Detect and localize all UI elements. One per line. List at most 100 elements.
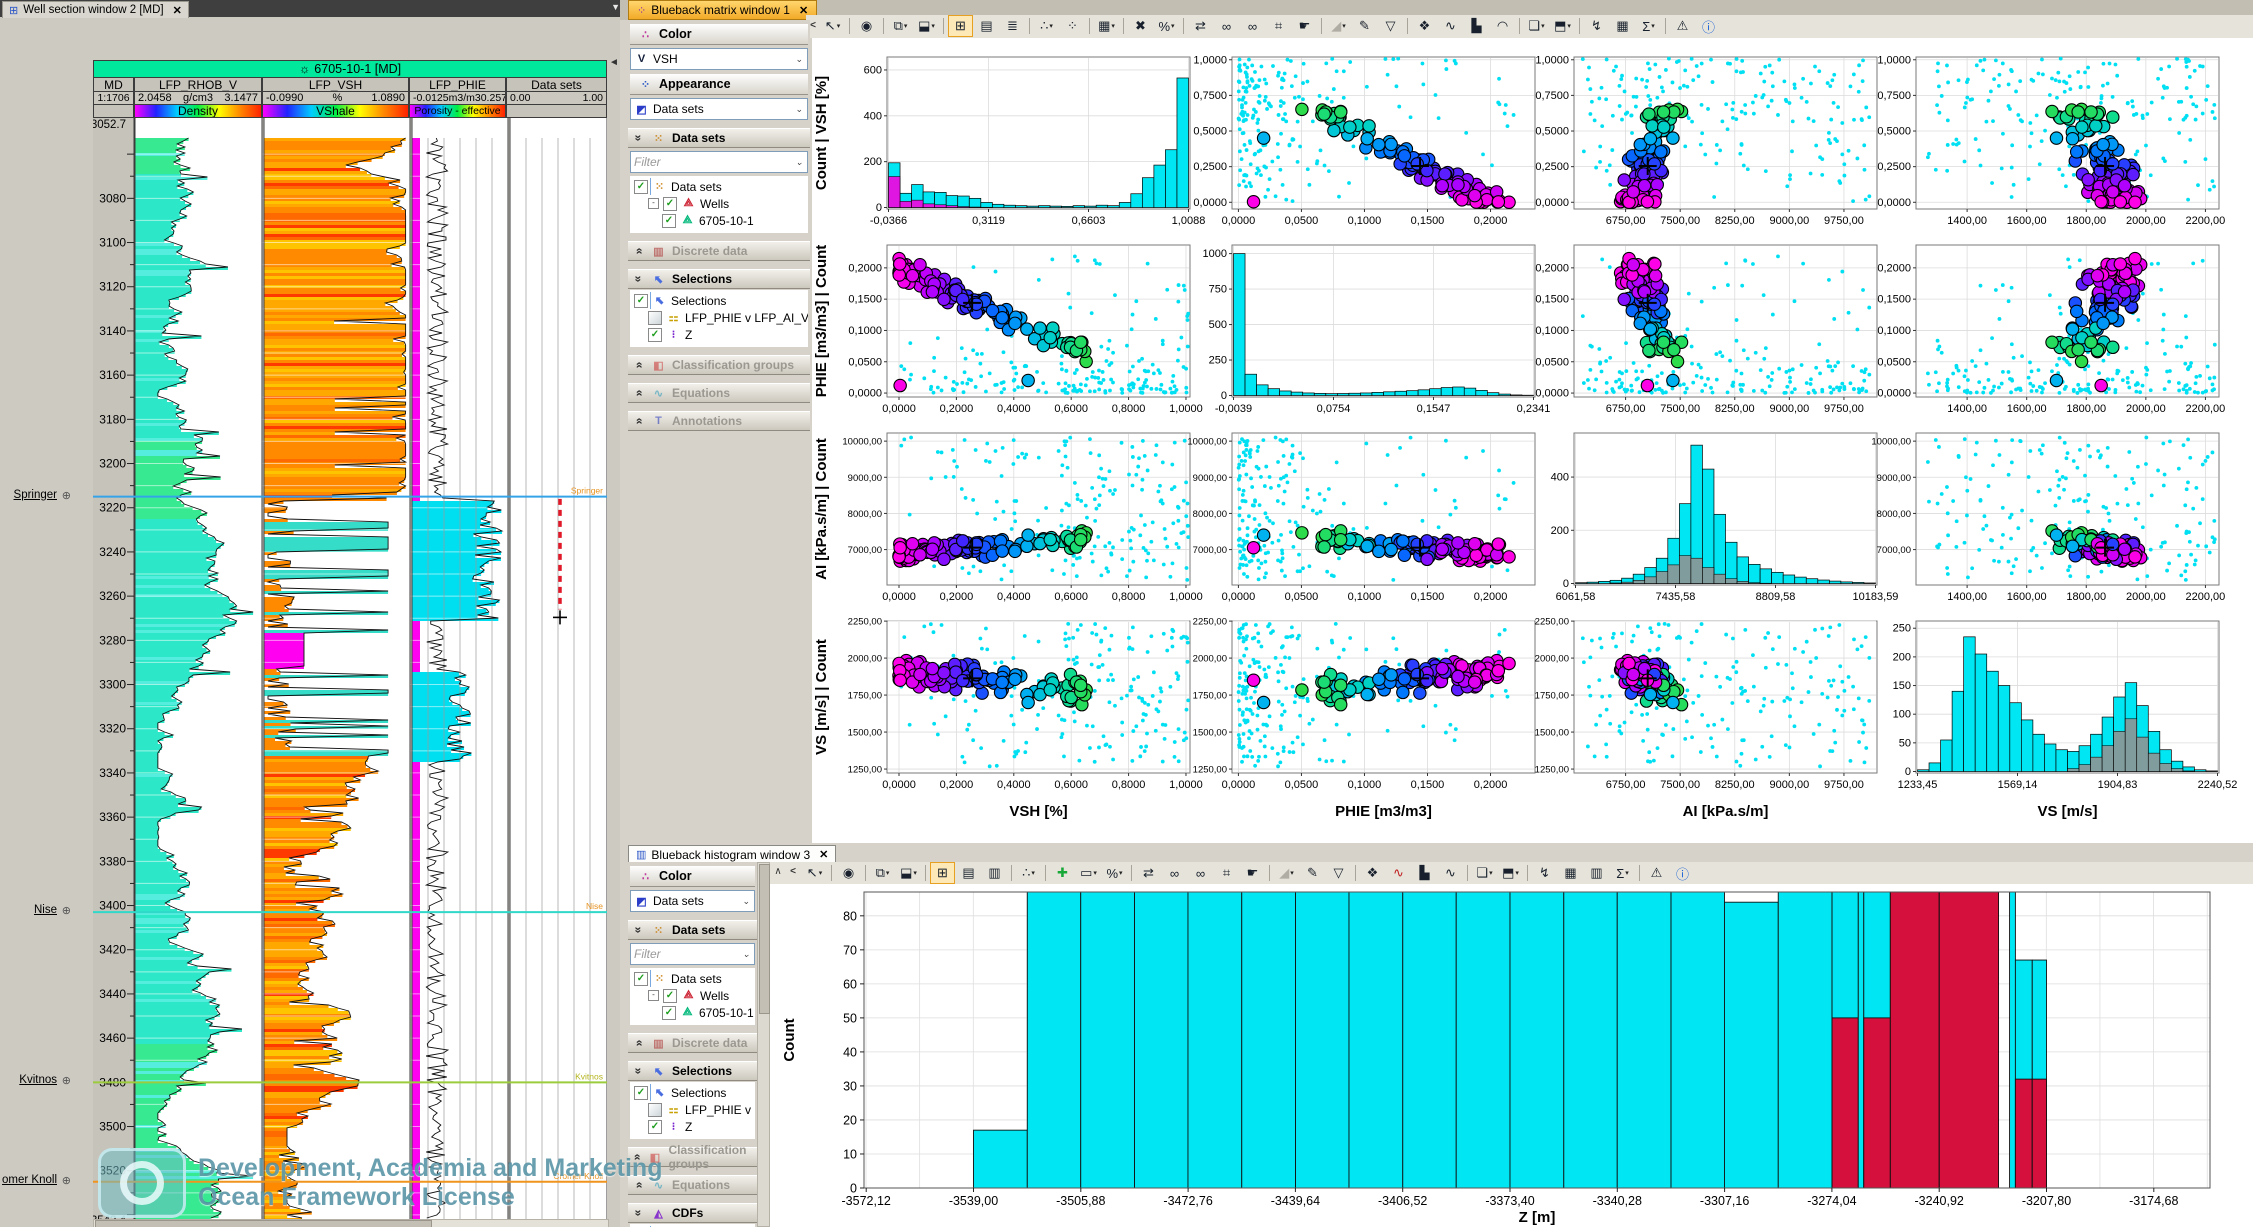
matrix-cell-2-3[interactable]: 6750,007500,008250,009000,009750,000,200… <box>1535 245 1877 415</box>
warning-icon[interactable]: ⚠ <box>1644 862 1669 884</box>
checkbox-unchecked[interactable] <box>648 1103 662 1117</box>
trend-line-icon[interactable]: ◢▾ <box>1274 862 1299 884</box>
tree-expander[interactable]: - <box>648 990 659 1001</box>
export-window-icon[interactable]: ⬒▾ <box>1550 15 1575 37</box>
legend-rows-icon[interactable]: ▥ <box>982 862 1007 884</box>
info-icon[interactable]: ⓘ <box>1670 862 1695 884</box>
hist-section-discrete-data[interactable]: »▥Discrete data <box>628 1033 757 1053</box>
tree-expander[interactable]: - <box>648 198 659 209</box>
horizon-label-cromer-knoll[interactable]: omer Knoll <box>2 1174 57 1186</box>
hist-section-selections[interactable]: »⬉Selections <box>628 1061 757 1081</box>
chart-bars-icon[interactable]: ▙ <box>1412 862 1437 884</box>
matrix-section-equations[interactable]: »∿Equations <box>628 383 810 403</box>
close-icon[interactable]: ✕ <box>173 4 182 17</box>
horizon-label-nise[interactable]: Nise <box>34 904 57 916</box>
matrix-cell-3-1[interactable]: 0,00000,20000,40000,60000,80001,00001000… <box>842 433 1202 603</box>
checkbox-checked[interactable]: ✓ <box>663 989 677 1003</box>
chevron-up-icon[interactable]: » <box>632 132 646 145</box>
checkbox-checked[interactable]: ✓ <box>648 328 662 342</box>
chevron-up-icon[interactable]: » <box>632 924 646 937</box>
tree-item-lfp-phie-v-lfp-ai-v[interactable]: ⚏LFP_PHIE v LFP_AI_V <box>632 1101 755 1118</box>
track-name-lfp-phie[interactable]: LFP_PHIE <box>409 77 506 92</box>
well-horizontal-scrollbar[interactable] <box>93 1219 609 1227</box>
filter-funnel-icon[interactable]: ▽ <box>1326 862 1351 884</box>
data-table-icon[interactable]: ▦ <box>1558 862 1583 884</box>
chevron-dn-icon[interactable]: » <box>632 359 646 372</box>
checkbox-checked[interactable]: ✓ <box>634 180 648 194</box>
edit-pen-icon[interactable]: ✎ <box>1352 15 1377 37</box>
tree-item-6705-10-1[interactable]: ✓⟁6705-10-1 <box>632 212 808 229</box>
matrix-cell-1-2[interactable]: 0,00000,05000,10000,15000,20001,00000,75… <box>1193 54 1535 227</box>
matrix-section-data-sets[interactable]: »⁙Data sets <box>628 128 810 148</box>
checkbox-checked[interactable]: ✓ <box>662 1006 676 1020</box>
link-window-icon[interactable]: ∞ <box>1214 15 1239 37</box>
toggle-axes-icon[interactable]: ⊞ <box>930 862 955 884</box>
checkbox-checked[interactable]: ✓ <box>648 1120 662 1134</box>
matrix-cell-2-4[interactable]: 1400,001600,001800,002000,002200,000,200… <box>1877 245 2225 415</box>
horizon-anchor-icon[interactable]: ⊕ <box>62 489 71 502</box>
panel-collapse-up-icon[interactable]: ∧ <box>772 865 784 877</box>
new-window-icon[interactable]: ❏▾ <box>1524 15 1549 37</box>
chart-bars-icon[interactable]: ▙ <box>1464 15 1489 37</box>
checkbox-unchecked[interactable] <box>648 311 662 325</box>
statistics-icon[interactable]: Σ▾ <box>1636 15 1661 37</box>
matrix-cell-1-4[interactable]: 1400,001600,001800,002000,002200,001,000… <box>1877 54 2225 227</box>
brush-data-icon[interactable]: ❖ <box>1412 15 1437 37</box>
checkbox-checked[interactable]: ✓ <box>634 972 648 986</box>
link-all-icon[interactable]: ∞ <box>1188 862 1213 884</box>
panel-collapse-left-icon[interactable]: < <box>788 865 798 877</box>
color-table-icon[interactable]: ▤ <box>974 15 999 37</box>
tree-item-6705-10-1[interactable]: ✓⟁6705-10-1 <box>632 1004 755 1021</box>
add-dataset-icon[interactable]: ✚ <box>1050 862 1075 884</box>
chevron-dn-icon[interactable]: » <box>632 387 646 400</box>
chevron-up-icon[interactable]: » <box>632 273 646 286</box>
matrix-section-selections[interactable]: »⬉Selections <box>628 269 810 289</box>
matrix-cell-1-3[interactable]: 6750,007500,008250,009000,009750,001,000… <box>1535 54 1877 227</box>
select-cursor-icon[interactable]: ↖▾ <box>820 15 845 37</box>
horizon-label-kvitnos[interactable]: Kvitnos <box>19 1074 57 1086</box>
matrix-cell-3-2[interactable]: 0,00000,05000,10000,15000,200010000,0090… <box>1187 433 1535 603</box>
scatter-style-icon[interactable]: ∴▾ <box>1034 15 1059 37</box>
hist-panel-scrollbar[interactable] <box>757 862 770 1227</box>
tree-item-selections[interactable]: ✓⬉Selections <box>632 1084 755 1101</box>
tree-item-lfp-phie-v-lfp-ai-v[interactable]: ⚏LFP_PHIE v LFP_AI_V <box>632 309 808 326</box>
bins-icon[interactable]: ▥ <box>1584 862 1609 884</box>
tree-item-wells[interactable]: -✓⟁Wells <box>632 195 808 212</box>
warning-icon[interactable]: ⚠ <box>1670 15 1695 37</box>
matrix-section-classification-groups[interactable]: »◧Classification groups <box>628 355 810 375</box>
matrix-cell-4-4[interactable]: 1233,451569,141904,832240,52050100150200… <box>1893 621 2238 791</box>
collapse-left-icon[interactable]: ◄ <box>608 56 620 68</box>
chevron-dn-icon[interactable]: » <box>632 245 646 258</box>
chart-line-icon[interactable]: ∿ <box>1438 15 1463 37</box>
tab-matrix-window[interactable]: ⁘ Blueback matrix window 1 ✕ <box>628 0 817 20</box>
tree-item-selections[interactable]: ✓⬉Selections <box>632 292 808 309</box>
tree-item-data-sets[interactable]: ✓⁙Data sets <box>632 178 808 195</box>
track-name-data-sets[interactable]: Data sets <box>506 77 607 92</box>
hist-plot-area[interactable]: 01020304050607080-3572,12-3539,00-3505,8… <box>770 884 2253 1227</box>
matrix-cell-3-4[interactable]: 1400,001600,001800,002000,002200,0010000… <box>1871 433 2225 603</box>
trend-line-icon[interactable]: ◢▾ <box>1326 15 1351 37</box>
matrix-combo-data-sets[interactable]: ◩Data sets⌄ <box>630 98 808 120</box>
matrix-filter-input[interactable]: Filter⌄ <box>630 151 808 173</box>
matrix-cell-4-2[interactable]: 0,00000,05000,10000,15000,20002250,00200… <box>1193 617 1535 791</box>
copy-window-icon[interactable]: ⧉▾ <box>870 862 895 884</box>
visibility-eye-icon[interactable]: ◉ <box>854 15 879 37</box>
toggle-axes-icon[interactable]: ⊞ <box>948 15 973 37</box>
chart-line-icon[interactable]: ∿ <box>1386 862 1411 884</box>
hist-section-data-sets[interactable]: »⁙Data sets <box>628 920 757 940</box>
brush-data-icon[interactable]: ❖ <box>1360 862 1385 884</box>
tree-item-z[interactable]: ✓⁝Z <box>632 326 808 343</box>
track-name-lfp-vsh[interactable]: LFP_VSH <box>262 77 409 92</box>
checkbox-checked[interactable]: ✓ <box>662 214 676 228</box>
track-name-lfp-rhob-v[interactable]: LFP_RHOB_V <box>134 77 262 92</box>
color-table-icon[interactable]: ▤ <box>956 862 981 884</box>
horizon-anchor-icon[interactable]: ⊕ <box>62 1174 71 1187</box>
edit-pen-icon[interactable]: ✎ <box>1300 862 1325 884</box>
snap-grid-icon[interactable]: ⌗ <box>1214 862 1239 884</box>
track-name-md[interactable]: MD <box>93 77 134 92</box>
select-cursor-icon[interactable]: ↖▾ <box>802 862 827 884</box>
data-table-icon[interactable]: ▦ <box>1610 15 1635 37</box>
tree-item-data-sets[interactable]: ✓⁙Data sets <box>632 970 755 987</box>
copy-window-icon[interactable]: ⧉▾ <box>888 15 913 37</box>
horizon-label-springer[interactable]: Springer <box>14 489 57 501</box>
